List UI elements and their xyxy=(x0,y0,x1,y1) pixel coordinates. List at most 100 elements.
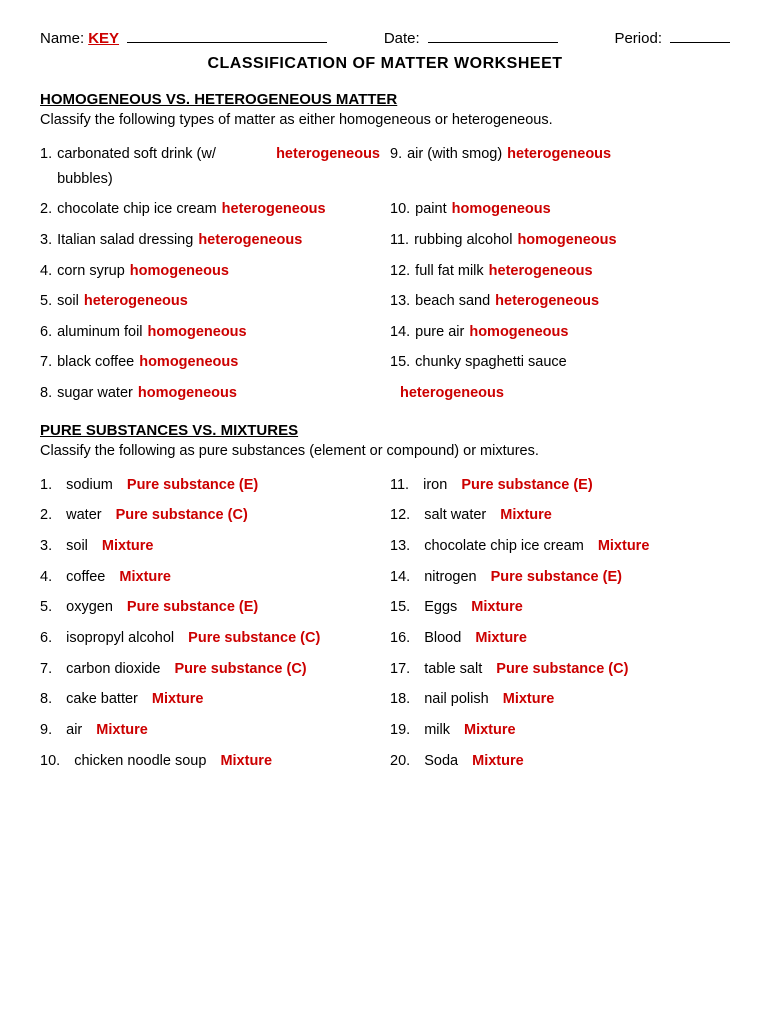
item-answer: homogeneous xyxy=(138,381,237,406)
item-answer: Mixture xyxy=(503,687,555,712)
item-text: paint xyxy=(415,197,446,222)
item-num: 20. xyxy=(390,749,410,774)
item-num: 4. xyxy=(40,259,52,284)
item-text: cake batter xyxy=(66,687,138,712)
item-answer: Pure substance (C) xyxy=(188,626,320,651)
item-answer: Mixture xyxy=(472,749,524,774)
list-item: 3. Italian salad dressing heterogeneous xyxy=(40,228,380,253)
item-text: Eggs xyxy=(424,595,457,620)
item-text: corn syrup xyxy=(57,259,125,284)
list-item: 6. aluminum foil homogeneous xyxy=(40,320,380,345)
item-num: 11. xyxy=(390,228,409,253)
date-label: Date: xyxy=(384,30,420,47)
header: Name: KEY Date: Period: xyxy=(40,30,730,47)
item-text: coffee xyxy=(66,565,105,590)
item-text: sugar water xyxy=(57,381,133,406)
page-title: CLASSIFICATION OF MATTER WORKSHEET xyxy=(40,55,730,73)
list-item: 10. chicken noodle soup Mixture xyxy=(40,749,380,774)
period-underline xyxy=(670,42,730,43)
item-answer: heterogeneous xyxy=(400,381,504,406)
item-answer: Mixture xyxy=(464,718,516,743)
list-item: 9. air Mixture xyxy=(40,718,380,743)
item-answer: Pure substance (C) xyxy=(496,657,628,682)
item-answer: heterogeneous xyxy=(84,289,188,314)
section1-grid: 1. carbonated soft drink (w/ bubbles) he… xyxy=(40,142,730,406)
item-num: 13. xyxy=(390,534,410,559)
item-num: 4. xyxy=(40,565,52,590)
list-item: 2. chocolate chip ice cream heterogeneou… xyxy=(40,197,380,222)
item-answer: Mixture xyxy=(598,534,650,559)
list-item: 9. air (with smog) heterogeneous xyxy=(390,142,730,191)
item-num: 6. xyxy=(40,320,52,345)
item-num: 12. xyxy=(390,503,410,528)
date-underline xyxy=(428,42,558,43)
item-answer: heterogeneous xyxy=(276,142,380,167)
list-item: 3. soil Mixture xyxy=(40,534,380,559)
item-num: 14. xyxy=(390,320,410,345)
item-answer: Pure substance (C) xyxy=(174,657,306,682)
item-answer: homogeneous xyxy=(469,320,568,345)
item-answer: Pure substance (E) xyxy=(491,565,622,590)
item-text: air (with smog) xyxy=(407,142,502,167)
item-text: nail polish xyxy=(424,687,489,712)
item-text: salt water xyxy=(424,503,486,528)
item-answer: Pure substance (E) xyxy=(127,473,258,498)
item-answer: homogeneous xyxy=(130,259,229,284)
item-num: 18. xyxy=(390,687,410,712)
item-answer: Mixture xyxy=(471,595,523,620)
list-item: 18. nail polish Mixture xyxy=(390,687,730,712)
item-text: aluminum foil xyxy=(57,320,142,345)
item-answer: heterogeneous xyxy=(507,142,611,167)
item-num: 10. xyxy=(40,749,60,774)
list-item: 12. full fat milk heterogeneous xyxy=(390,259,730,284)
item-num: 7. xyxy=(40,350,52,375)
item-text: air xyxy=(66,718,82,743)
list-item: 11. iron Pure substance (E) xyxy=(390,473,730,498)
list-item: 19. milk Mixture xyxy=(390,718,730,743)
list-item: 1. carbonated soft drink (w/ bubbles) he… xyxy=(40,142,380,191)
item-num: 6. xyxy=(40,626,52,651)
list-item: 7. carbon dioxide Pure substance (C) xyxy=(40,657,380,682)
item-text: rubbing alcohol xyxy=(414,228,512,253)
item-num: 13. xyxy=(390,289,410,314)
item-num: 1. xyxy=(40,142,52,167)
item-answer: Mixture xyxy=(119,565,171,590)
name-underline xyxy=(127,42,327,43)
item-answer: homogeneous xyxy=(148,320,247,345)
list-item: 14. pure air homogeneous xyxy=(390,320,730,345)
item-text: milk xyxy=(424,718,450,743)
item-text: Soda xyxy=(424,749,458,774)
section1-title: HOMOGENEOUS VS. HETEROGENEOUS MATTER xyxy=(40,91,730,108)
item-text: pure air xyxy=(415,320,464,345)
item-answer: Mixture xyxy=(152,687,204,712)
list-item: 17. table salt Pure substance (C) xyxy=(390,657,730,682)
item-num: 16. xyxy=(390,626,410,651)
list-item: 10. paint homogeneous xyxy=(390,197,730,222)
name-label: Name: xyxy=(40,30,84,47)
item-num: 2. xyxy=(40,503,52,528)
item-num: 3. xyxy=(40,534,52,559)
section2-grid: 1. sodium Pure substance (E) 11. iron Pur… xyxy=(40,473,730,773)
item-text: beach sand xyxy=(415,289,490,314)
item-answer: heterogeneous xyxy=(495,289,599,314)
item-num: 3. xyxy=(40,228,52,253)
item-num: 9. xyxy=(390,142,402,167)
item-text: Blood xyxy=(424,626,461,651)
list-item: heterogeneous xyxy=(390,381,730,406)
item-answer: heterogeneous xyxy=(222,197,326,222)
item-answer: heterogeneous xyxy=(198,228,302,253)
item-num: 10. xyxy=(390,197,410,222)
item-num: 2. xyxy=(40,197,52,222)
item-answer: Pure substance (E) xyxy=(461,473,592,498)
item-answer: Mixture xyxy=(96,718,148,743)
list-item: 1. sodium Pure substance (E) xyxy=(40,473,380,498)
item-num: 15. xyxy=(390,350,410,375)
item-num: 9. xyxy=(40,718,52,743)
item-text: nitrogen xyxy=(424,565,476,590)
list-item: 4. coffee Mixture xyxy=(40,565,380,590)
item-num: 17. xyxy=(390,657,410,682)
item-answer: Mixture xyxy=(220,749,272,774)
list-item: 7. black coffee homogeneous xyxy=(40,350,380,375)
section2-title: PURE SUBSTANCES VS. MIXTURES xyxy=(40,422,730,439)
list-item: 5. soil heterogeneous xyxy=(40,289,380,314)
